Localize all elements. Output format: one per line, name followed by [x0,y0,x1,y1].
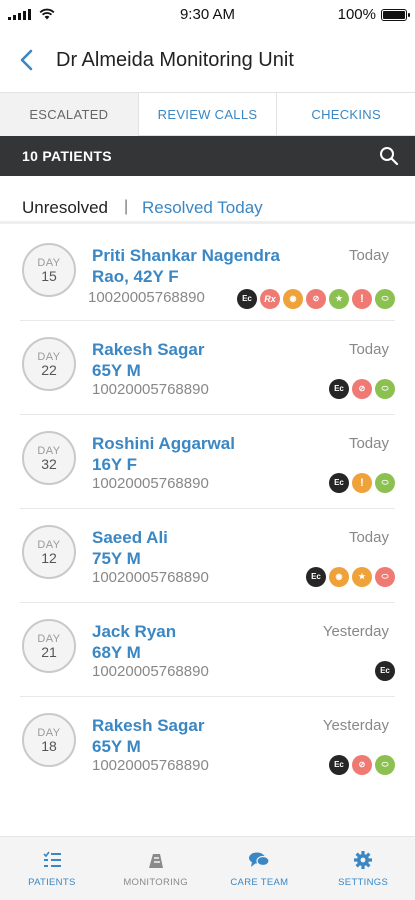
camera-icon: ◉ [283,289,303,309]
list-item[interactable]: DAY 22 Rakesh Sagar 65Y M 10020005768890… [20,321,395,415]
list-item[interactable]: DAY 15 Priti Shankar Nagendra Rao, 42Y F… [20,227,395,321]
medication-icon: ⬭ [375,567,395,587]
tab-escalated[interactable]: ESCALATED [0,93,138,136]
day-badge: DAY 22 [22,337,76,391]
day-number: 21 [41,644,57,660]
ec-badge-icon: Ec [306,567,326,587]
patient-count-label: 10 PATIENTS [22,148,112,164]
care-team-icon [249,852,270,867]
day-badge: DAY 12 [22,525,76,579]
escalation-date: Today [348,341,389,358]
patient-name: Roshini Aggarwal 16Y F [92,434,235,474]
activity-icon: ★ [329,289,349,309]
camera-icon: ◉ [329,567,349,587]
medication-icon: ⬭ [375,379,395,399]
ec-badge-icon: Ec [237,289,257,309]
patient-id: 10020005768890 [92,569,209,586]
patient-name: Priti Shankar Nagendra Rao, 42Y F [92,246,281,286]
filter-resolved-today[interactable]: Resolved Today [142,198,263,218]
alert-icon: ! [352,473,372,493]
filter-unresolved[interactable]: Unresolved [22,198,108,218]
day-number: 22 [41,362,57,378]
chevron-left-icon [20,49,33,71]
medication-icon: ⬭ [375,473,395,493]
blocked-icon: ⊘ [352,379,372,399]
escalation-date: Today [348,247,389,264]
list-item[interactable]: DAY 18 Rakesh Sagar 65Y M 10020005768890… [20,697,395,791]
status-bar: 9:30 AM 100% [0,0,415,28]
escalation-date: Yesterday [322,623,389,640]
escalation-date: Today [348,529,389,546]
day-number: 15 [41,268,57,284]
nav-label: SETTINGS [338,877,389,888]
tab-review-calls[interactable]: REVIEW CALLS [137,93,277,136]
alert-icon: ! [352,289,372,309]
ec-badge-icon: Ec [329,755,349,775]
tab-bar: ESCALATED REVIEW CALLS CHECKINS [0,92,415,136]
patient-id: 10020005768890 [92,475,209,492]
patient-name: Jack Ryan 68Y M [92,622,177,662]
ec-badge-icon: Ec [329,379,349,399]
escalation-date: Today [348,435,389,452]
nav-care-team[interactable]: CARE TEAM [208,837,312,900]
blocked-icon: ⊘ [352,755,372,775]
patient-name: Saeed Ali 75Y M [92,528,168,568]
status-icons: Ec ⊘ ⬭ [329,379,395,399]
status-icons: Ec Rx ◉ ⊘ ★! ⬭ [237,289,395,309]
day-number: 32 [41,456,57,472]
status-icons: Ec [375,661,395,681]
patient-id: 10020005768890 [92,663,209,680]
prescription-icon: Rx [260,289,280,309]
list-item[interactable]: DAY 32 Roshini Aggarwal 16Y F 1002000576… [20,415,395,509]
battery-group: 100% [337,6,410,23]
battery-icon [381,8,410,21]
app-header: Dr Almeida Monitoring Unit [0,28,415,92]
day-badge: DAY 21 [22,619,76,673]
patient-id: 10020005768890 [92,381,209,398]
day-badge: DAY 32 [22,431,76,485]
filter-separator: | [124,198,129,215]
resolution-filter: Unresolved | Resolved Today [0,176,415,224]
day-number: 12 [41,550,57,566]
ec-badge-icon: Ec [375,661,395,681]
status-icons: Ec ◉ ★ ⬭ [306,567,395,587]
patient-id: 10020005768890 [92,757,209,774]
page-title: Dr Almeida Monitoring Unit [56,49,294,71]
nav-patients[interactable]: PATIENTS [0,837,104,900]
patient-name: Rakesh Sagar 65Y M [92,716,205,756]
nav-label: MONITORING [123,877,188,888]
bottom-nav: PATIENTS MONITORING CARE TEAM SETTINGS [0,836,415,900]
patient-name: Rakesh Sagar 65Y M [92,340,205,380]
status-icons: Ec! ⬭ [329,473,395,493]
nav-label: CARE TEAM [230,877,289,888]
patient-count-bar: 10 PATIENTS [0,136,415,176]
back-button[interactable] [14,46,42,74]
nav-monitoring[interactable]: MONITORING [104,837,208,900]
monitoring-icon [148,854,163,868]
list-item[interactable]: DAY 21 Jack Ryan 68Y M 10020005768890 Ye… [20,603,395,697]
day-badge: DAY 15 [22,243,76,297]
status-icons: Ec ⊘ ⬭ [329,755,395,775]
gear-icon [354,851,373,869]
medication-icon: ⬭ [375,289,395,309]
day-number: 18 [41,738,57,754]
escalation-date: Yesterday [322,717,389,734]
patients-list-icon [43,851,61,867]
ec-badge-icon: Ec [329,473,349,493]
battery-percent: 100% [337,6,376,23]
patient-id: 10020005768890 [88,289,205,306]
medication-icon: ⬭ [375,755,395,775]
search-icon[interactable] [379,146,399,166]
patient-list: DAY 15 Priti Shankar Nagendra Rao, 42Y F… [0,227,415,791]
nav-label: PATIENTS [28,877,76,888]
activity-icon: ★ [352,567,372,587]
list-item[interactable]: DAY 12 Saeed Ali 75Y M 10020005768890 To… [20,509,395,603]
tab-checkins[interactable]: CHECKINS [276,93,415,136]
blocked-icon: ⊘ [306,289,326,309]
nav-settings[interactable]: SETTINGS [311,837,415,900]
day-badge: DAY 18 [22,713,76,767]
